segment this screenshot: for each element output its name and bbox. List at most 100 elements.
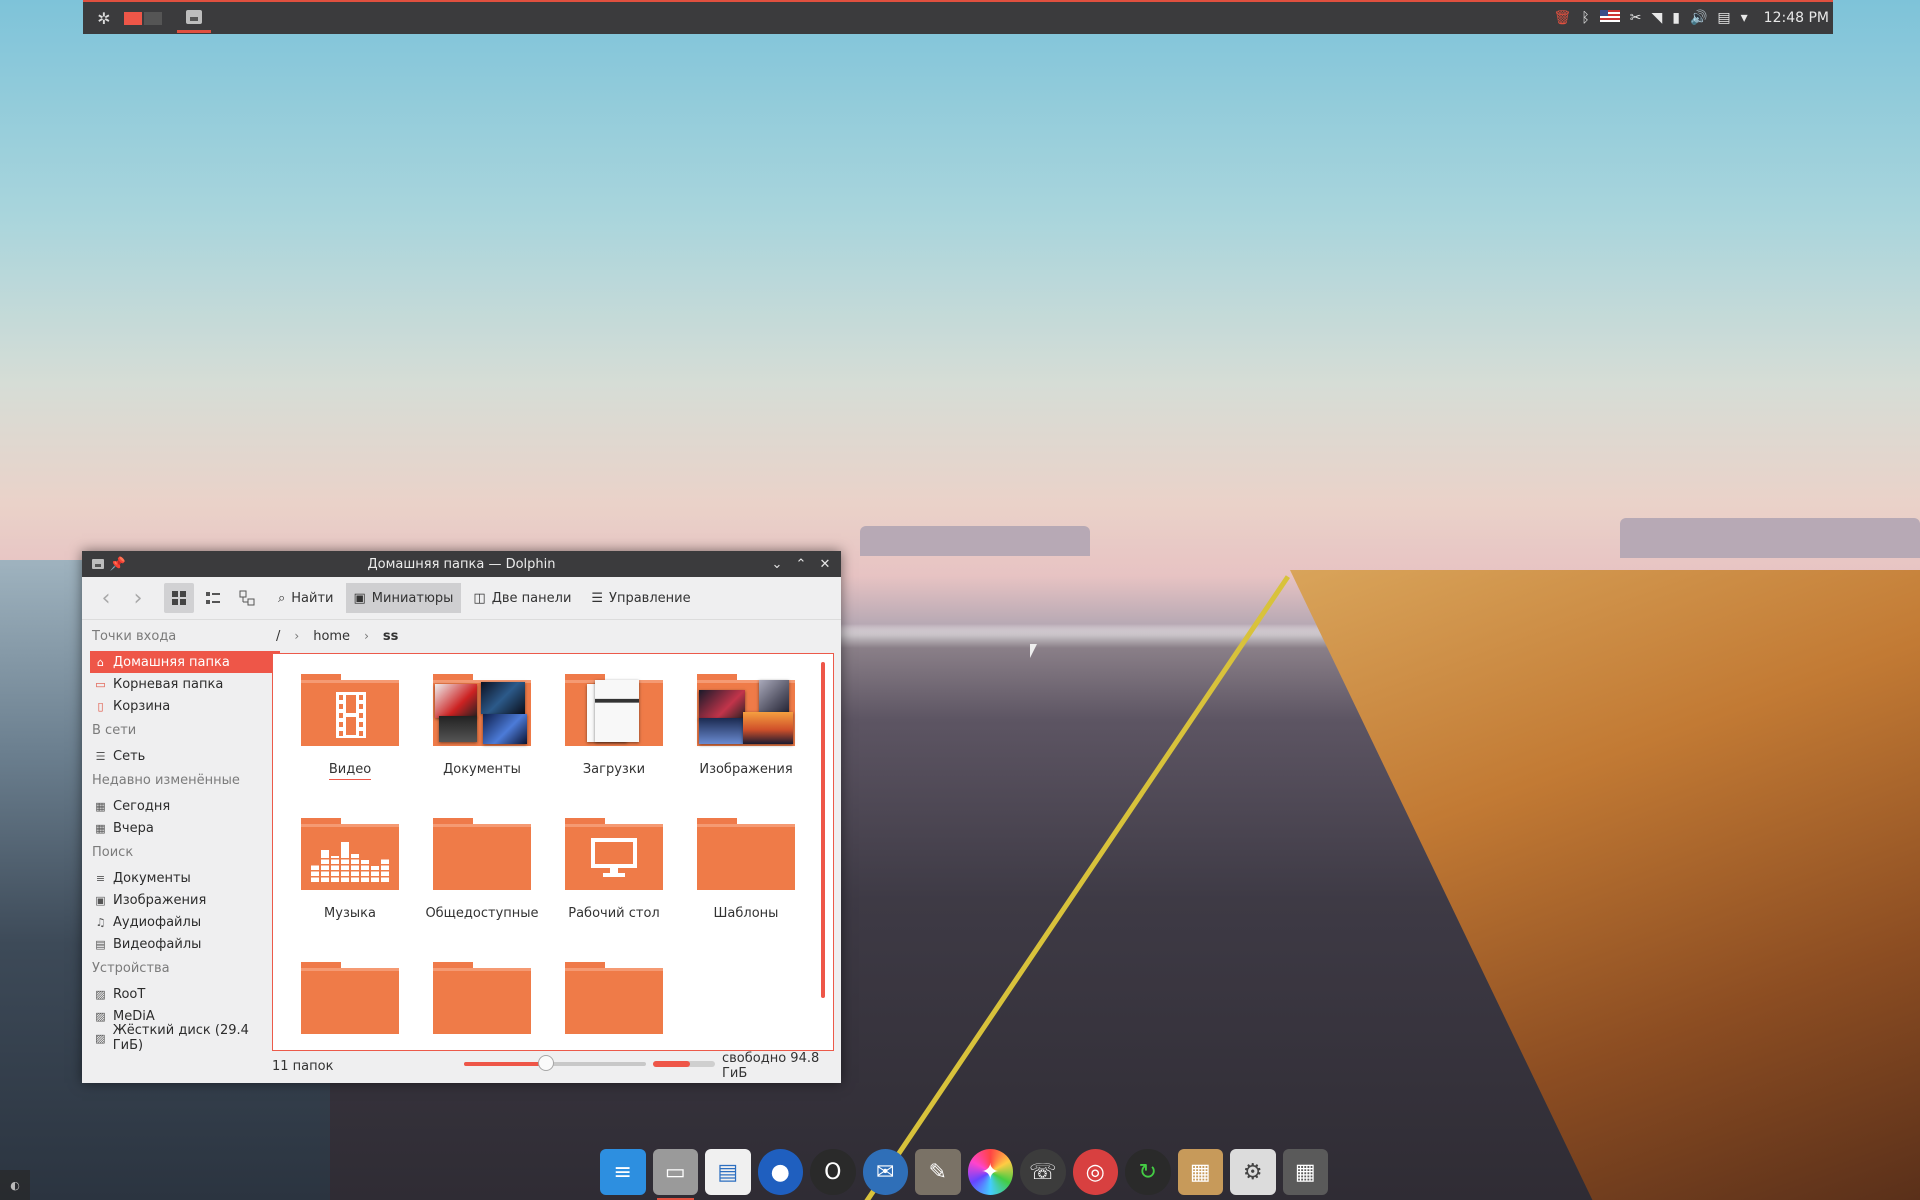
crumb-home[interactable]: home xyxy=(313,629,350,644)
title-bar[interactable]: 📌 Домашняя папка — Dolphin ⌄ ⌃ ✕ xyxy=(82,551,841,577)
place-home[interactable]: ⌂ Домашняя папка xyxy=(90,651,280,673)
text-editor-icon[interactable]: ≡ xyxy=(600,1149,646,1195)
folder-unnamed[interactable] xyxy=(285,962,415,1034)
calculator-icon[interactable]: ▦ xyxy=(1282,1149,1328,1195)
zoom-slider-fill xyxy=(464,1062,546,1066)
file-manager-icon[interactable]: ▭ xyxy=(652,1149,698,1200)
folder-downloads[interactable]: Загрузки xyxy=(549,674,679,777)
search-images[interactable]: ▣ Изображения xyxy=(90,889,280,911)
place-yesterday[interactable]: ▦ Вчера xyxy=(90,817,280,839)
disc-burner-icon[interactable]: ◎ xyxy=(1072,1149,1118,1195)
scrollbar[interactable] xyxy=(821,662,825,998)
calendar-icon: ▦ xyxy=(95,821,106,835)
free-space-label: свободно 94.8 ГиБ xyxy=(722,1051,820,1081)
thumbnail-document xyxy=(595,680,639,742)
thumbnail-image xyxy=(481,682,525,714)
search-video[interactable]: ▤ Видеофайлы xyxy=(90,933,280,955)
folder-desktop[interactable]: Рабочий стол xyxy=(549,818,679,921)
volume-icon[interactable]: 🔊 xyxy=(1690,10,1707,26)
folder-unnamed[interactable] xyxy=(417,962,547,1034)
image-icon: ▣ xyxy=(353,590,366,606)
gimp-icon[interactable]: ✎ xyxy=(915,1149,961,1195)
thumbnail-image xyxy=(759,680,789,714)
icons-view-button[interactable] xyxy=(164,583,194,613)
opera-icon[interactable]: O xyxy=(810,1149,856,1195)
crumb-root[interactable]: / xyxy=(276,629,280,644)
place-trash[interactable]: ▯ Корзина xyxy=(90,695,280,717)
us-flag-icon[interactable] xyxy=(1599,10,1620,26)
file-manager-icon xyxy=(186,9,202,24)
film-icon: ▤ xyxy=(95,937,106,951)
thumbnail-image xyxy=(699,690,745,720)
update-icon[interactable]: ↻ xyxy=(1125,1149,1171,1195)
folder-video[interactable]: Видео xyxy=(285,674,415,780)
virtual-desktop-pager[interactable] xyxy=(123,11,163,25)
thumbnails-button[interactable]: ▣ Миниатюры xyxy=(345,583,462,613)
clipboard-icon[interactable]: ✂ xyxy=(1630,10,1642,26)
drive-icon: ▨ xyxy=(95,987,106,1001)
folder-documents[interactable]: Документы xyxy=(417,674,547,777)
place-label: RooT xyxy=(113,986,146,1002)
clock[interactable]: 12:48 PM xyxy=(1764,10,1829,26)
package-icon[interactable]: ▦ xyxy=(1177,1149,1223,1195)
folder-icon xyxy=(565,962,663,1034)
firefox-icon[interactable]: ● xyxy=(757,1149,803,1195)
place-today[interactable]: ▦ Сегодня xyxy=(90,795,280,817)
find-button[interactable]: ⌕ Найти xyxy=(270,583,342,613)
control-menu-button[interactable]: ☰ Управление xyxy=(583,583,698,613)
details-view-button[interactable] xyxy=(232,583,262,613)
folder-icon xyxy=(301,674,399,746)
device-root[interactable]: ▨ RooT xyxy=(90,983,280,1005)
maximize-button[interactable]: ⌃ xyxy=(791,554,811,574)
section-places: Точки входа xyxy=(92,629,177,644)
place-root[interactable]: ▭ Корневая папка xyxy=(90,673,280,695)
color-picker-icon[interactable]: ✦ xyxy=(967,1149,1013,1195)
pager-desktop-1[interactable] xyxy=(124,11,142,25)
kde-logo-icon[interactable]: ✲ xyxy=(93,7,115,29)
window-title: Домашняя папка — Dolphin xyxy=(367,556,556,572)
notes-icon[interactable]: ▤ xyxy=(1717,10,1730,26)
place-network[interactable]: ☰ Сеть xyxy=(90,745,280,767)
kanban-icon[interactable]: ▤ xyxy=(705,1149,751,1195)
crumb-current[interactable]: ss xyxy=(383,629,398,644)
minimize-button[interactable]: ⌄ xyxy=(767,554,787,574)
file-view[interactable]: Видео Документы Загрузки Изображения Муз… xyxy=(272,653,834,1051)
pager-desktop-2[interactable] xyxy=(144,11,162,25)
wifi-icon[interactable]: ◥ xyxy=(1651,10,1662,26)
thumbnail-image xyxy=(439,716,477,742)
hamburger-icon: ☰ xyxy=(591,590,604,606)
toolbar: ‹ › ⌕ Найти ▣ Миниатюры ◫ Две панели ☰ У… xyxy=(82,577,841,620)
zoom-slider-handle[interactable] xyxy=(537,1055,554,1071)
device-hdd[interactable]: ▨ Жёсткий диск (29.4 ГиБ) xyxy=(90,1023,280,1053)
settings-icon[interactable]: ⚙ xyxy=(1230,1149,1276,1195)
folder-music[interactable]: Музыка xyxy=(285,818,415,921)
split-button[interactable]: ◫ Две панели xyxy=(465,583,579,613)
monitor-icon xyxy=(591,838,637,877)
expand-arrow-icon[interactable]: ▾ xyxy=(1741,10,1748,26)
desktop-toolbox-icon[interactable]: ◐ xyxy=(0,1170,30,1200)
folder-icon xyxy=(433,962,531,1034)
back-button[interactable]: ‹ xyxy=(90,582,122,614)
section-network: В сети xyxy=(92,723,137,738)
folder-images[interactable]: Изображения xyxy=(681,674,811,777)
task-dolphin[interactable] xyxy=(177,3,211,33)
section-recent: Недавно изменённые xyxy=(92,773,240,788)
close-button[interactable]: ✕ xyxy=(815,554,835,574)
search-audio[interactable]: ♫ Аудиофайлы xyxy=(90,911,280,933)
dolphin-window: 📌 Домашняя папка — Dolphin ⌄ ⌃ ✕ ‹ › ⌕ Н… xyxy=(82,551,841,1083)
forward-button[interactable]: › xyxy=(122,582,154,614)
search-documents[interactable]: ≡ Документы xyxy=(90,867,280,889)
bluetooth-icon[interactable]: ᛒ xyxy=(1581,10,1589,26)
battery-icon[interactable]: ▮ xyxy=(1672,10,1680,26)
folder-templates[interactable]: Шаблоны xyxy=(681,818,811,921)
trash-icon[interactable]: 🗑 xyxy=(1554,10,1572,26)
folder-public[interactable]: Общедоступные xyxy=(417,818,547,921)
compact-view-button[interactable] xyxy=(198,583,228,613)
thunderbird-icon[interactable]: ✉ xyxy=(862,1149,908,1195)
place-label: Аудиофайлы xyxy=(113,914,202,930)
zoom-slider[interactable] xyxy=(464,1055,646,1071)
skype-icon[interactable]: ☏ xyxy=(1020,1149,1066,1195)
place-label: Жёсткий диск (29.4 ГиБ) xyxy=(112,1023,249,1053)
section-search: Поиск xyxy=(92,845,134,860)
folder-unnamed[interactable] xyxy=(549,962,679,1034)
